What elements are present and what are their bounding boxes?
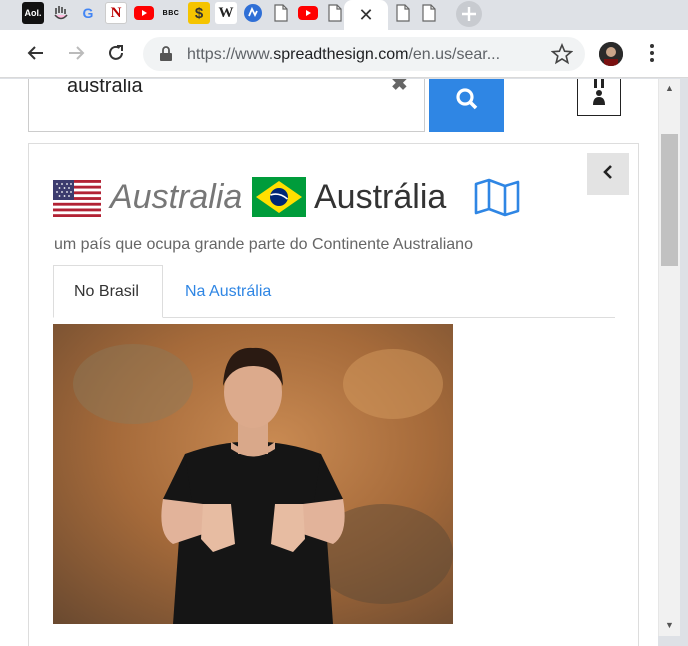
page-icon[interactable] bbox=[392, 2, 414, 24]
active-tab[interactable]: ✕ bbox=[344, 0, 388, 30]
hand-icon[interactable] bbox=[50, 2, 72, 24]
sign-video[interactable] bbox=[53, 324, 453, 624]
profile-avatar[interactable] bbox=[599, 42, 623, 66]
collapse-button[interactable] bbox=[587, 153, 629, 195]
region-tabs: No Brasil Na Austrália bbox=[53, 265, 615, 318]
wikipedia-icon[interactable]: W bbox=[215, 2, 237, 24]
new-tab-button[interactable] bbox=[452, 0, 486, 28]
browser-toolbar: https://www.spreadthesign.com/en.us/sear… bbox=[0, 30, 688, 78]
window-frame-right bbox=[680, 79, 688, 646]
tab-strip: Aol. G N BBC $ W ✕ bbox=[0, 0, 688, 30]
report-person-icon bbox=[592, 79, 606, 110]
google-icon[interactable]: G bbox=[77, 2, 99, 24]
bbc-icon[interactable]: BBC bbox=[160, 2, 182, 24]
aol-icon[interactable]: Aol. bbox=[22, 2, 44, 24]
word-description: um país que ocupa grande parte do Contin… bbox=[54, 236, 473, 253]
address-bar[interactable]: https://www.spreadthesign.com/en.us/sear… bbox=[143, 37, 585, 71]
search-input[interactable]: australia ✖ bbox=[28, 79, 425, 132]
sign-icon[interactable] bbox=[242, 2, 264, 24]
reload-button[interactable] bbox=[101, 38, 131, 68]
url-text[interactable]: https://www.spreadthesign.com/en.us/sear… bbox=[187, 46, 532, 64]
page-icon[interactable] bbox=[418, 2, 440, 24]
menu-kebab-icon[interactable] bbox=[637, 38, 667, 68]
scrollbar-thumb[interactable] bbox=[661, 134, 678, 266]
scroll-down-icon[interactable]: ▼ bbox=[665, 620, 674, 630]
us-flag-icon[interactable] bbox=[53, 180, 101, 217]
browser-window: Aol. G N BBC $ W ✕ https://www.spreadthe… bbox=[0, 0, 688, 646]
search-input-value[interactable]: australia bbox=[67, 79, 143, 98]
page-icon[interactable] bbox=[324, 2, 346, 24]
search-icon bbox=[455, 87, 479, 116]
brazil-flag-icon[interactable] bbox=[252, 177, 306, 217]
tab-no-brasil[interactable]: No Brasil bbox=[53, 265, 163, 318]
word-card: Australia Austrália um país que ocupa gr… bbox=[28, 143, 639, 646]
forward-button[interactable] bbox=[61, 38, 91, 68]
lock-icon[interactable] bbox=[159, 46, 173, 67]
dollar-icon[interactable]: $ bbox=[188, 2, 210, 24]
report-button[interactable] bbox=[577, 79, 621, 116]
chevron-left-icon bbox=[601, 164, 615, 185]
clear-search-icon[interactable]: ✖ bbox=[391, 79, 408, 96]
tab-na-australia[interactable]: Na Austrália bbox=[165, 265, 291, 318]
close-icon[interactable]: ✕ bbox=[358, 5, 373, 26]
youtube-icon[interactable] bbox=[297, 2, 319, 24]
youtube-icon[interactable] bbox=[133, 2, 155, 24]
page-icon[interactable] bbox=[270, 2, 292, 24]
word-portuguese: Austrália bbox=[314, 178, 447, 216]
map-icon[interactable] bbox=[473, 177, 521, 217]
star-icon[interactable] bbox=[550, 42, 574, 70]
back-button[interactable] bbox=[21, 38, 51, 68]
word-english: Australia bbox=[110, 178, 243, 216]
page-viewport: australia ✖ Australia Austrália um país … bbox=[0, 79, 658, 646]
scroll-up-icon[interactable]: ▲ bbox=[665, 83, 674, 93]
search-button[interactable] bbox=[429, 79, 504, 132]
n-icon[interactable]: N bbox=[105, 2, 127, 24]
page-scrollbar[interactable]: ▲ ▼ bbox=[658, 79, 680, 636]
